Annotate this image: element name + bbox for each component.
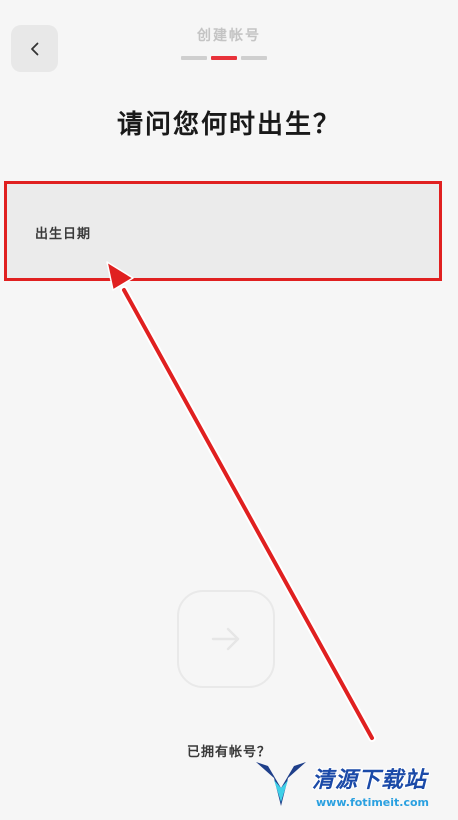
step-title: 创建帐号 xyxy=(197,28,261,44)
create-account-birthday-screen: 创建帐号 请问您何时出生？ 出生日期 已拥有帐号？ 清源下载站 www.foti… xyxy=(0,0,458,820)
birthday-field-label: 出生日期 xyxy=(35,227,92,242)
next-button[interactable] xyxy=(177,590,275,688)
progress-step-3 xyxy=(241,56,267,60)
watermark: 清源下载站 www.fotimeit.com xyxy=(250,756,456,818)
progress-step-2-active xyxy=(211,56,237,60)
step-progress-indicator xyxy=(181,56,267,60)
site-logo-icon xyxy=(256,762,306,806)
arrow-right-icon xyxy=(211,627,240,651)
watermark-url: www.fotimeit.com xyxy=(316,796,430,809)
watermark-name: 清源下载站 xyxy=(312,768,428,793)
progress-step-1 xyxy=(181,56,207,60)
page-title: 请问您何时出生？ xyxy=(116,110,341,140)
birthday-date-field[interactable]: 出生日期 xyxy=(6,183,440,279)
